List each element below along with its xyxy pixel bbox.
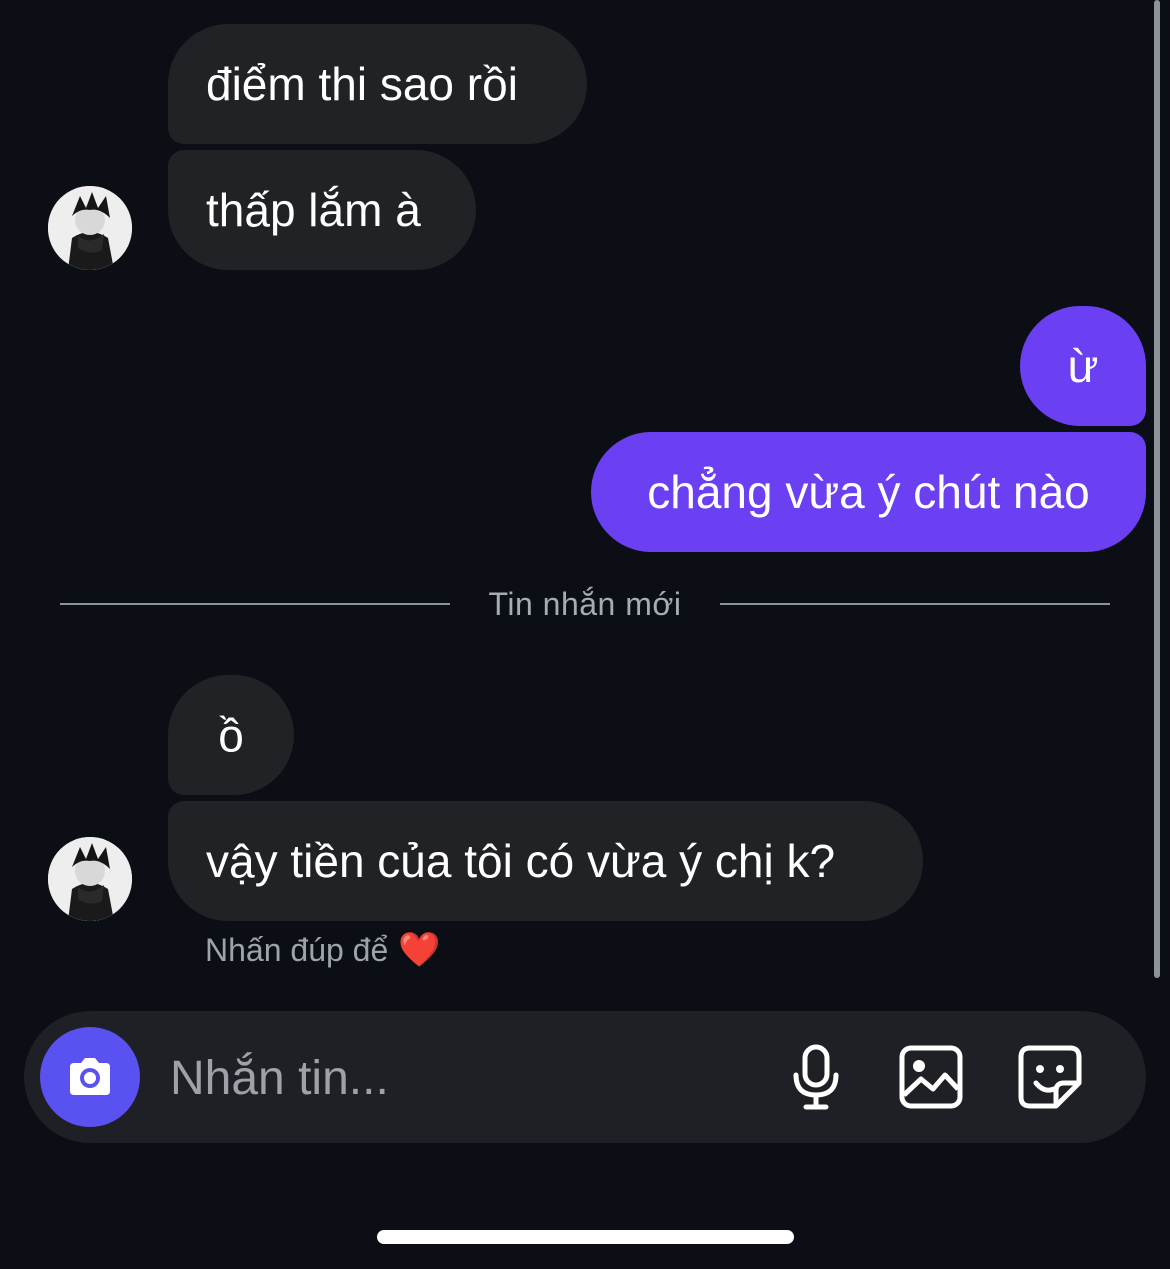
- scrollbar[interactable]: [1154, 0, 1160, 978]
- avatar[interactable]: [48, 186, 132, 270]
- message-bubble-incoming[interactable]: điểm thi sao rồi: [168, 24, 587, 144]
- avatar[interactable]: [48, 837, 132, 921]
- home-indicator[interactable]: [377, 1230, 794, 1244]
- message-text: thấp lắm à: [206, 184, 421, 236]
- heart-icon: ❤️: [398, 931, 441, 969]
- message-bubble-incoming[interactable]: ồ: [168, 675, 294, 795]
- avatar-image: [48, 186, 132, 270]
- new-messages-divider: Tin nhắn mới: [488, 586, 682, 622]
- camera-button[interactable]: [40, 1027, 140, 1127]
- sticker-button[interactable]: [1014, 1041, 1086, 1113]
- microphone-icon: [793, 1044, 839, 1110]
- avatar-image: [48, 837, 132, 921]
- message-bubble-outgoing[interactable]: chẳng vừa ý chút nào: [591, 432, 1146, 552]
- message-text: vậy tiền của tôi có vừa ý chị k?: [206, 835, 836, 887]
- camera-icon: [70, 1058, 110, 1095]
- gallery-button[interactable]: [895, 1041, 967, 1113]
- double-tap-hint: Nhấn đúp để ❤️: [205, 930, 441, 970]
- message-bubble-incoming[interactable]: thấp lắm à: [168, 150, 476, 270]
- divider-line-left: [60, 603, 450, 605]
- message-bubble-incoming[interactable]: vậy tiền của tôi có vừa ý chị k?: [168, 801, 923, 921]
- message-text: chẳng vừa ý chút nào: [647, 466, 1090, 518]
- hint-text: Nhấn đúp để: [205, 931, 389, 968]
- sticker-icon: [1018, 1045, 1082, 1109]
- message-bubble-outgoing[interactable]: ừ: [1020, 306, 1146, 426]
- divider-line-right: [720, 603, 1110, 605]
- message-text: điểm thi sao rồi: [206, 58, 518, 110]
- microphone-button[interactable]: [780, 1041, 852, 1113]
- message-text: ồ: [218, 709, 244, 761]
- message-text: ừ: [1067, 340, 1099, 392]
- message-input[interactable]: [170, 1046, 750, 1110]
- image-icon: [899, 1045, 963, 1109]
